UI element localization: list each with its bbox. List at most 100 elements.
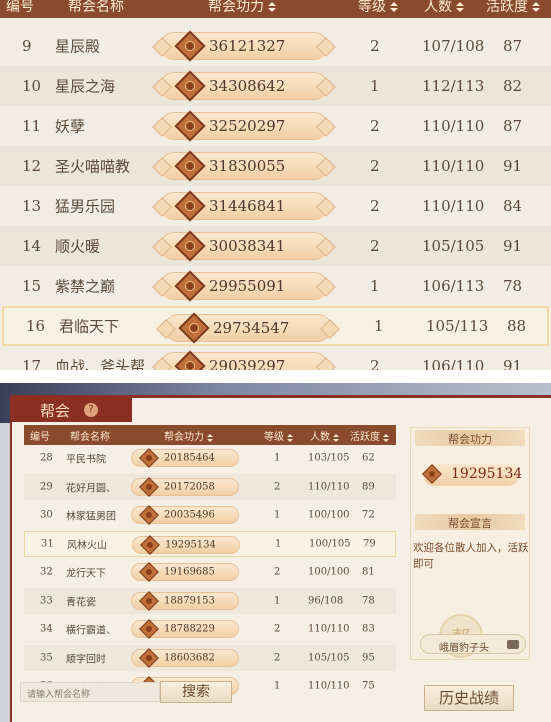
activity-cell: 83 (362, 623, 375, 635)
rank-cell: 33 (40, 595, 53, 606)
activity-cell: 89 (362, 481, 375, 492)
guild-name-cell: 龙行天下 (66, 568, 106, 580)
member-count-cell: 110/110 (308, 680, 350, 692)
activity-cell: 62 (362, 452, 375, 464)
search-input[interactable]: 请输入帮会名称 (20, 682, 160, 702)
power-coin-icon (174, 270, 206, 302)
table-row[interactable]: 16 君临天下 29734547 1 105/113 88 (2, 306, 549, 346)
header-activity-sort[interactable]: 活跃度 (486, 0, 540, 16)
header-power-sort[interactable]: 帮会功力 (208, 0, 276, 16)
member-count-cell: 110/110 (422, 197, 485, 215)
rank-cell: 34 (40, 623, 53, 635)
power-pill: 29039297 (160, 350, 328, 370)
header-power-sort[interactable]: 帮会功力 (164, 428, 213, 443)
header-count-sort[interactable]: 人数 (310, 428, 339, 443)
power-cell: 29039297 (209, 357, 286, 370)
rank-cell: 31 (41, 538, 54, 549)
level-cell: 1 (370, 77, 380, 95)
table-row[interactable]: 15 紫禁之巅 29955091 1 106/113 78 (0, 266, 551, 306)
level-cell: 2 (274, 652, 281, 663)
activity-cell: 72 (362, 509, 375, 521)
header-level-sort[interactable]: 等级 (358, 0, 398, 16)
guild-info-panel: 帮会功力 19295134 帮会宣言 欢迎各位散人加入，活跃即可 帮 (410, 427, 530, 660)
power-coin-icon (140, 534, 160, 555)
power-cell: 20185464 (164, 452, 215, 464)
guild-name-cell: 猛男乐园 (55, 197, 116, 216)
power-badge: 19295134 (422, 464, 522, 486)
header-activity-sort[interactable]: 活跃度 (350, 428, 389, 443)
table-row[interactable]: 32 龙行天下 19169685 2 100/100 81 (24, 559, 396, 585)
power-pill: 36121327 (160, 30, 328, 62)
power-pill: 18788229 (131, 619, 239, 639)
level-cell: 2 (370, 357, 380, 370)
guild-name-cell: 君临天下 (59, 317, 120, 336)
power-cell: 29955091 (209, 277, 286, 295)
power-cell: 19169685 (164, 566, 215, 578)
sort-icon (287, 433, 293, 442)
guild-name-cell: 紫禁之巅 (55, 277, 116, 296)
rank-cell: 32 (40, 566, 53, 578)
rank-cell: 30 (40, 509, 53, 521)
table-row[interactable]: 13 猛男乐园 31446841 2 110/110 84 (0, 186, 551, 226)
motto-title: 帮会宣言 (448, 517, 492, 530)
power-coin-icon (178, 312, 210, 344)
header-level-sort[interactable]: 等级 (264, 428, 293, 443)
help-icon[interactable]: ? (84, 403, 98, 417)
window-title-bar: 帮会 ? (12, 398, 132, 422)
member-count-cell: 105/105 (308, 652, 350, 663)
power-coin-icon (139, 476, 159, 497)
sort-icon (207, 433, 213, 442)
sort-icon (532, 2, 540, 12)
table-row[interactable]: 9 星辰殿 36121327 2 107/108 87 (0, 26, 551, 66)
leader-tag: 峨眉豹子头 (420, 634, 526, 654)
table-row[interactable]: 17 血战、斧头帮 29039297 2 106/110 91 (0, 346, 551, 370)
table-row[interactable]: 33 青花瓷 18879153 1 96/108 78 (24, 587, 396, 614)
table-row[interactable]: 11 妖孽 32520297 2 110/110 87 (0, 106, 551, 146)
power-cell: 18603682 (164, 652, 215, 663)
power-title-bar: 帮会功力 (415, 430, 525, 446)
motto-text: 欢迎各位散人加入，活跃即可 (413, 542, 529, 570)
power-pill: 19295134 (132, 534, 240, 555)
activity-cell: 91 (503, 237, 523, 255)
power-cell: 20035496 (164, 509, 215, 521)
search-button[interactable]: 搜索 (160, 681, 232, 703)
history-button[interactable]: 历史战绩 (424, 685, 514, 711)
member-count-cell: 96/108 (308, 595, 344, 606)
level-cell: 2 (370, 37, 380, 55)
level-cell: 1 (370, 277, 380, 295)
member-count-cell: 106/113 (422, 277, 485, 295)
table-row[interactable]: 31 风林火山 19295134 1 100/105 79 (24, 530, 396, 557)
table-row[interactable]: 14 顺火暖 30038341 2 105/105 91 (0, 226, 551, 266)
member-count-cell: 106/110 (422, 357, 485, 370)
power-cell: 18788229 (164, 623, 215, 635)
table-row[interactable]: 12 圣火喵喵教 31830055 2 110/110 91 (0, 146, 551, 186)
guild-name-cell: 顺火暖 (55, 237, 101, 256)
level-cell: 1 (374, 317, 384, 335)
member-count-cell: 100/105 (309, 538, 351, 549)
header-count-sort[interactable]: 人数 (424, 0, 464, 16)
motto-title-bar: 帮会宣言 (415, 514, 525, 530)
power-cell: 32520297 (209, 117, 286, 135)
guild-name-cell: 林家猛男团 (66, 511, 116, 523)
table-row[interactable]: 34 横行霸道、 18788229 2 110/110 83 (24, 616, 396, 642)
chat-icon[interactable] (507, 640, 519, 649)
member-count-cell: 100/100 (308, 509, 350, 521)
guild-list[interactable]: 28 平民书院 20185464 1 103/105 62 29 花好月圆、 20172058 2… (24, 445, 396, 697)
leader-name: 峨眉豹子头 (439, 643, 489, 654)
power-coin-icon (174, 230, 206, 262)
power-coin-icon (174, 150, 206, 182)
table-row[interactable]: 30 林家猛男团 20035496 1 100/100 72 (24, 502, 396, 528)
search-button-label: 搜索 (182, 684, 210, 700)
table-row[interactable]: 28 平民书院 20185464 1 103/105 62 (24, 445, 396, 471)
activity-cell: 91 (503, 157, 523, 175)
member-count-cell: 105/113 (426, 317, 489, 335)
table-row[interactable]: 10 星辰之海 34308642 1 112/113 82 (0, 66, 551, 106)
header-activity-label: 活跃度 (350, 432, 380, 443)
rank-cell: 35 (40, 652, 53, 663)
power-pill: 29955091 (160, 270, 328, 302)
table-row[interactable]: 35 顺字回时 18603682 2 105/105 95 (24, 644, 396, 671)
guild-name-cell: 顺字回时 (66, 654, 106, 665)
power-title: 帮会功力 (448, 433, 492, 446)
activity-cell: 91 (503, 357, 523, 370)
table-row[interactable]: 29 花好月圆、 20172058 2 110/110 89 (24, 473, 396, 500)
